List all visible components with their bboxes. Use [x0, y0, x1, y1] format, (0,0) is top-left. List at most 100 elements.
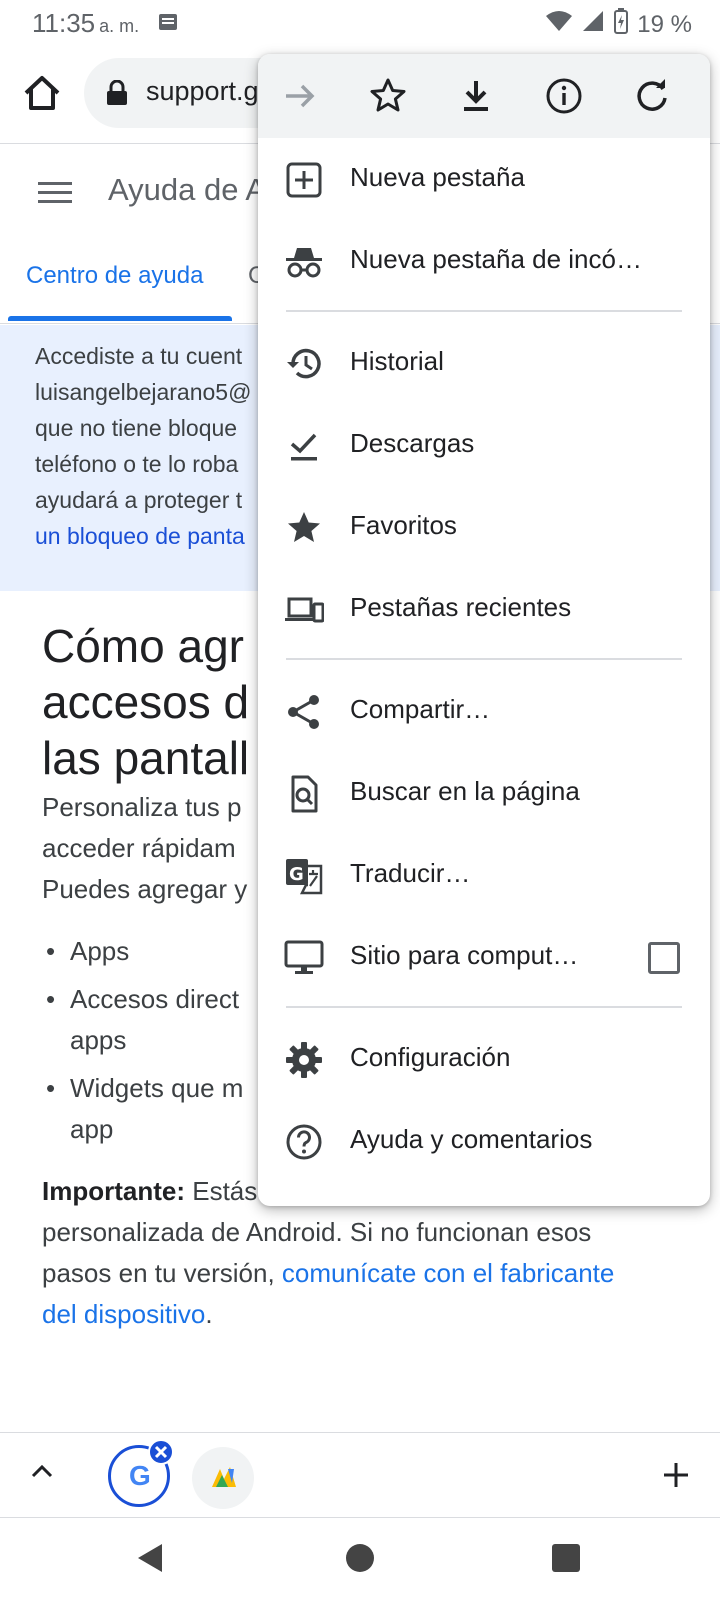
contact-manufacturer-link-cont[interactable]: del dispositivo [42, 1299, 205, 1329]
intro-line: acceder rápidam [42, 833, 236, 863]
system-navigation-bar [0, 1518, 720, 1600]
menu-item-label: Pestañas recientes [350, 592, 572, 622]
intro-line: Personaliza tus p [42, 792, 242, 822]
bullet-item-cont: apps [70, 1025, 127, 1055]
tab-thumbnail-2[interactable] [192, 1447, 254, 1509]
banner-line: luisangelbejarano5@ [35, 379, 252, 405]
home-icon [24, 76, 60, 110]
plus-icon [664, 1463, 688, 1487]
download-icon [464, 81, 488, 111]
back-triangle-icon [138, 1544, 162, 1572]
tab-help-center[interactable]: Centro de ayuda [26, 262, 203, 290]
important-text: pasos en tu versión, [42, 1258, 282, 1288]
devices-icon [284, 590, 325, 630]
tab-strip: G [0, 1432, 720, 1518]
important-note-line: pasos en tu versión, comunícate con el f… [42, 1258, 614, 1289]
article-title-line: accesos d [42, 676, 250, 728]
page-info-button[interactable] [544, 76, 584, 116]
menu-item-find-in-page[interactable]: Buscar en la página [258, 752, 710, 836]
tab-close-button[interactable] [148, 1439, 174, 1465]
translate-icon: G [284, 856, 324, 896]
menu-item-downloads[interactable]: Descargas [258, 404, 710, 488]
overflow-menu: Nueva pestaña Nueva pestaña de incó… His… [258, 54, 710, 1206]
forward-button[interactable] [280, 76, 320, 116]
menu-item-translate[interactable]: G Traducir… [258, 834, 710, 918]
menu-divider [286, 310, 682, 312]
reload-button[interactable] [632, 76, 672, 116]
incognito-icon [284, 242, 324, 282]
info-icon [546, 78, 582, 114]
banner-line: Accediste a tu cuent [35, 343, 243, 369]
history-icon [284, 344, 324, 384]
hamburger-menu-button[interactable] [38, 180, 72, 211]
menu-item-new-tab[interactable]: Nueva pestaña [258, 138, 710, 222]
menu-item-label: Traducir… [350, 858, 471, 888]
menu-item-label: Descargas [350, 428, 475, 458]
gear-icon [284, 1040, 324, 1080]
bullet-item-cont: app [70, 1114, 114, 1144]
menu-item-label: Favoritos [350, 510, 457, 540]
article-title-line: las pantall [42, 732, 250, 784]
desktop-site-checkbox[interactable] [648, 942, 680, 974]
svg-text:G: G [289, 864, 304, 885]
star-filled-icon [284, 508, 324, 548]
status-time: 11:35 a. m. [32, 8, 139, 39]
menu-item-label: Compartir… [350, 694, 491, 724]
banner-line: ayudará a proteger t [35, 487, 243, 513]
contact-manufacturer-link[interactable]: comunícate con el fabricante [282, 1258, 614, 1288]
menu-item-label: Nueva pestaña de incó… [350, 244, 642, 274]
article-title-line: Cómo agr [42, 620, 244, 672]
article-title: Cómo agr accesos d las pantall [42, 618, 249, 786]
bullet-item: Accesos direct [70, 984, 240, 1014]
desktop-icon [284, 938, 324, 978]
bullet-item: Apps [70, 936, 130, 966]
download-button[interactable] [456, 76, 496, 116]
menu-action-bar [258, 54, 710, 138]
menu-item-share[interactable]: Compartir… [258, 670, 710, 754]
status-indicators: 19 % [545, 8, 692, 41]
bullet-item: Widgets que m [70, 1073, 244, 1103]
menu-item-label: Ayuda y comentarios [350, 1124, 593, 1154]
notification-icon [158, 12, 178, 37]
site-favicon-icon [212, 1467, 236, 1487]
new-tab-button[interactable] [662, 1461, 690, 1494]
menu-item-bookmarks[interactable]: Favoritos [258, 486, 710, 570]
menu-item-label: Sitio para comput… [350, 940, 579, 970]
banner-line: que no tiene bloque [35, 415, 238, 441]
menu-item-help-feedback[interactable]: Ayuda y comentarios [258, 1100, 710, 1184]
status-time-value: 11:35 [32, 8, 96, 38]
banner-line: teléfono o te lo roba [35, 451, 239, 477]
recents-button[interactable] [552, 1544, 580, 1572]
find-in-page-icon [284, 774, 324, 814]
battery-charging-icon [613, 8, 629, 41]
menu-item-history[interactable]: Historial [258, 322, 710, 406]
battery-percent: 19 % [637, 10, 692, 38]
share-icon [284, 692, 324, 732]
url-text: support.g [146, 76, 259, 106]
forward-icon [286, 84, 315, 108]
menu-item-label: Buscar en la página [350, 776, 580, 806]
home-button[interactable] [20, 72, 64, 116]
important-note-line: del dispositivo. [42, 1299, 213, 1330]
downloads-check-icon [284, 426, 324, 466]
menu-icon [38, 182, 72, 203]
important-end: . [205, 1299, 213, 1329]
menu-item-label: Nueva pestaña [350, 162, 525, 192]
home-circle-button[interactable] [346, 1544, 374, 1572]
menu-item-incognito-tab[interactable]: Nueva pestaña de incó… [258, 220, 710, 304]
bullet-mark: • [46, 1073, 56, 1103]
wifi-icon [545, 9, 573, 40]
banner-link[interactable]: un bloqueo de panta [35, 523, 245, 550]
back-button[interactable] [136, 1542, 164, 1579]
menu-item-recent-tabs[interactable]: Pestañas recientes [258, 568, 710, 652]
menu-item-settings[interactable]: Configuración [258, 1018, 710, 1102]
help-center-title: Ayuda de A [108, 172, 267, 207]
intro-line: Puedes agregar y [42, 874, 248, 904]
tab-switcher-expand-button[interactable] [30, 1463, 54, 1484]
menu-item-label: Configuración [350, 1042, 511, 1072]
reload-icon [637, 79, 667, 111]
bookmark-button[interactable] [368, 76, 408, 116]
bullet-mark: • [46, 984, 56, 1014]
menu-item-desktop-site[interactable]: Sitio para comput… [258, 916, 710, 1000]
star-outline-icon [370, 78, 406, 112]
